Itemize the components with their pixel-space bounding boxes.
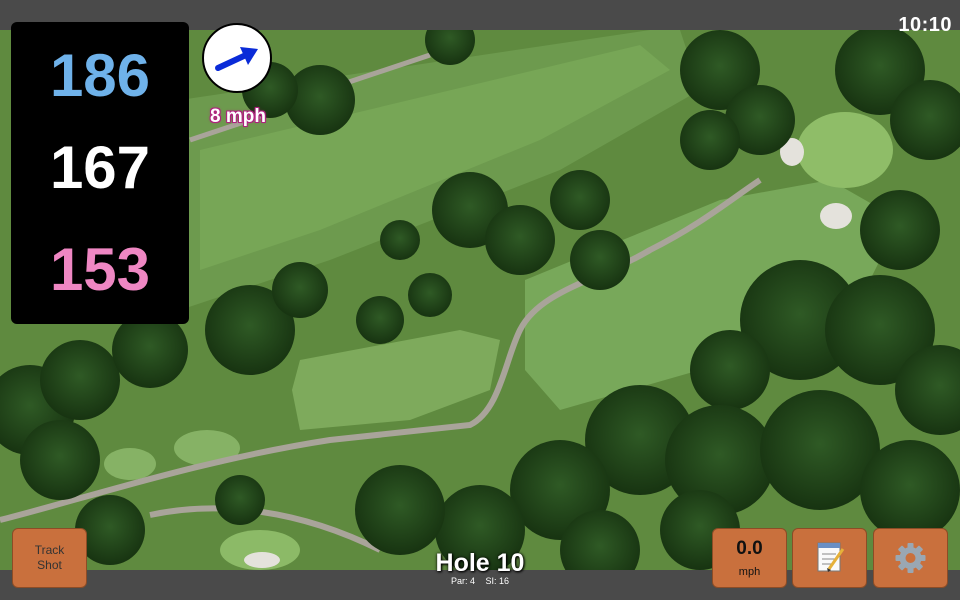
front-distance: 153 — [49, 236, 151, 303]
settings-button[interactable] — [873, 528, 948, 588]
hole-par: Par: 4 — [450, 576, 475, 586]
wind-direction-dial — [202, 23, 272, 93]
notepad-icon — [817, 542, 845, 572]
clock: 10:10 — [898, 14, 952, 36]
speed-button[interactable]: 0.0 mph — [712, 528, 787, 588]
middle-distance: 167 — [49, 134, 151, 201]
track-shot-button[interactable]: Track Shot — [12, 528, 87, 588]
speed-value: 0.0 — [736, 538, 763, 559]
back-distance: 186 — [49, 42, 151, 109]
wind-arrow-icon — [215, 47, 258, 71]
gear-icon — [895, 543, 926, 573]
wind-speed: 8 mph — [210, 106, 266, 127]
track-shot-label-line1: Track — [34, 543, 65, 557]
hole-title: Hole 10 — [435, 549, 525, 577]
distance-panel: 186 167 153 — [11, 22, 189, 324]
speed-unit: mph — [738, 566, 761, 578]
hole-meta: Par: 4 SI: 16 — [380, 576, 580, 586]
notes-button[interactable] — [792, 528, 867, 588]
track-shot-label-line2: Shot — [37, 558, 62, 572]
hole-stroke-index: SI: 16 — [485, 576, 510, 586]
